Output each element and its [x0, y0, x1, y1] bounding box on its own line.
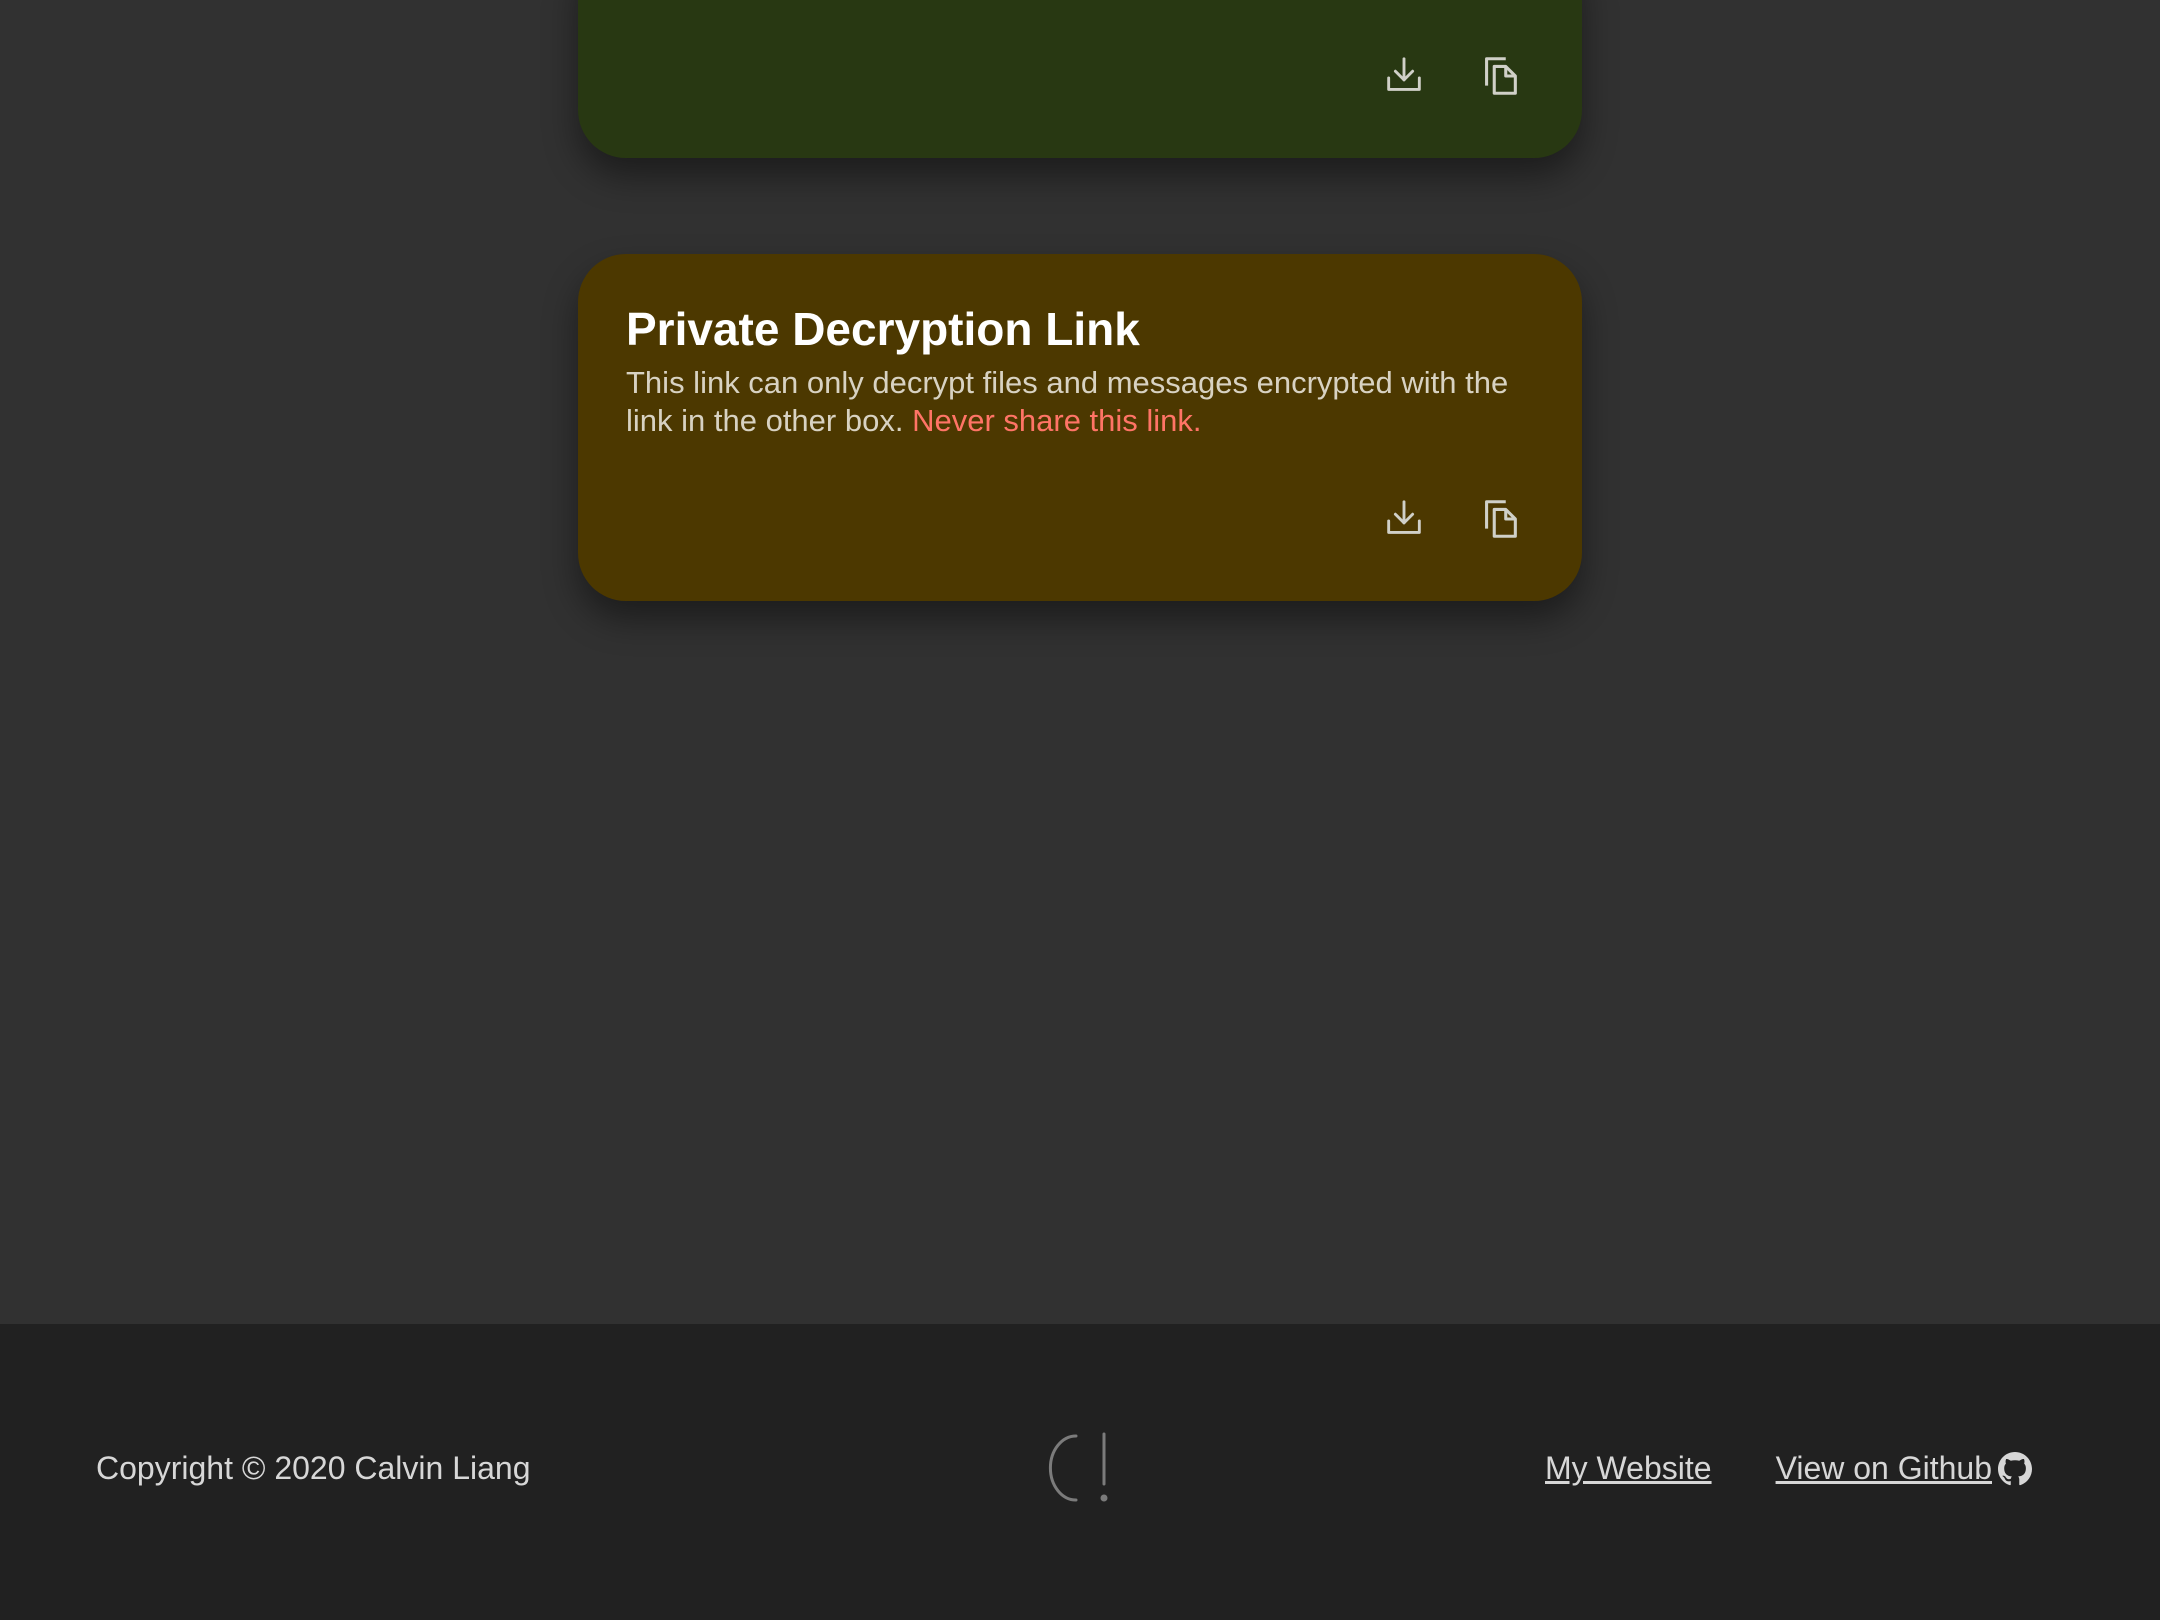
footer-links: My Website View on Github	[1545, 1450, 2032, 1487]
copyright-text: Copyright © 2020 Calvin Liang	[96, 1450, 531, 1486]
view-on-github-link-text: View on Github	[1775, 1450, 1992, 1486]
never-share-warning: Never share this link.	[912, 403, 1202, 438]
copy-icon[interactable]	[1474, 50, 1526, 102]
public-card-actions	[1378, 50, 1526, 102]
copy-icon[interactable]	[1474, 493, 1526, 545]
download-icon[interactable]	[1378, 493, 1430, 545]
logo-icon	[1044, 1428, 1116, 1508]
my-website-link-text: My Website	[1545, 1450, 1712, 1486]
private-card-title: Private Decryption Link	[626, 303, 1140, 355]
main-area: Private Decryption Link This link can on…	[0, 0, 2160, 1324]
private-card-actions	[1378, 493, 1526, 545]
public-link-card	[578, 0, 1582, 158]
github-icon	[1998, 1451, 2032, 1486]
my-website-link[interactable]: My Website	[1545, 1450, 1712, 1487]
private-decryption-link-card: Private Decryption Link This link can on…	[578, 254, 1582, 601]
view-on-github-link[interactable]: View on Github	[1776, 1450, 2032, 1487]
footer: Copyright © 2020 Calvin Liang My Website…	[0, 1324, 2160, 1620]
download-icon[interactable]	[1378, 50, 1430, 102]
private-card-description: This link can only decrypt files and mes…	[626, 364, 1526, 440]
